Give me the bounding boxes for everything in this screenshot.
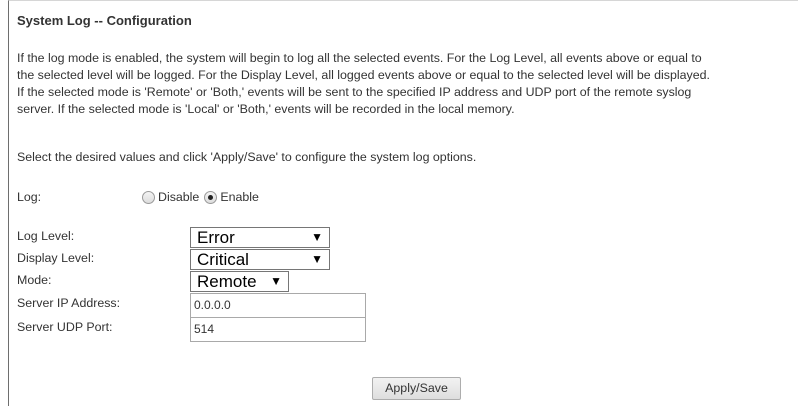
log-enable-radio[interactable] (204, 190, 218, 204)
log-label: Log: (17, 190, 42, 204)
log-disable-label[interactable]: Disable (158, 190, 199, 204)
page-title: System Log -- Configuration (17, 13, 192, 28)
description-line: If the log mode is enabled, the system w… (17, 51, 702, 65)
server-ip-label: Server IP Address: (17, 296, 121, 310)
chevron-down-icon: ▼ (311, 230, 323, 244)
server-ip-input[interactable]: 0.0.0.0 (190, 293, 366, 318)
log-level-value: Error (197, 228, 235, 247)
log-level-label: Log Level: (17, 229, 75, 243)
description-line: If the selected mode is 'Remote' or 'Bot… (17, 85, 692, 99)
log-radio-group: Disable Enable (142, 190, 259, 204)
mode-label: Mode: (17, 273, 52, 287)
instructions: Select the desired values and click 'App… (17, 150, 477, 164)
mode-value: Remote (197, 272, 257, 291)
description: If the log mode is enabled, the system w… (17, 50, 795, 118)
log-level-select[interactable]: Error ▼ (190, 227, 330, 248)
log-enable-label[interactable]: Enable (220, 190, 259, 204)
display-level-select[interactable]: Critical ▼ (190, 249, 330, 270)
description-line: the selected level will be logged. For t… (17, 68, 710, 82)
server-port-label: Server UDP Port: (17, 320, 113, 334)
mode-select[interactable]: Remote ▼ (190, 271, 289, 292)
display-level-value: Critical (197, 250, 249, 269)
chevron-down-icon: ▼ (270, 274, 282, 288)
apply-save-button[interactable]: Apply/Save (372, 377, 461, 400)
log-disable-radio[interactable] (142, 190, 155, 204)
server-port-input[interactable]: 514 (190, 317, 366, 342)
chevron-down-icon: ▼ (311, 252, 323, 266)
description-line: server. If the selected mode is 'Local' … (17, 102, 515, 116)
display-level-label: Display Level: (17, 251, 95, 265)
